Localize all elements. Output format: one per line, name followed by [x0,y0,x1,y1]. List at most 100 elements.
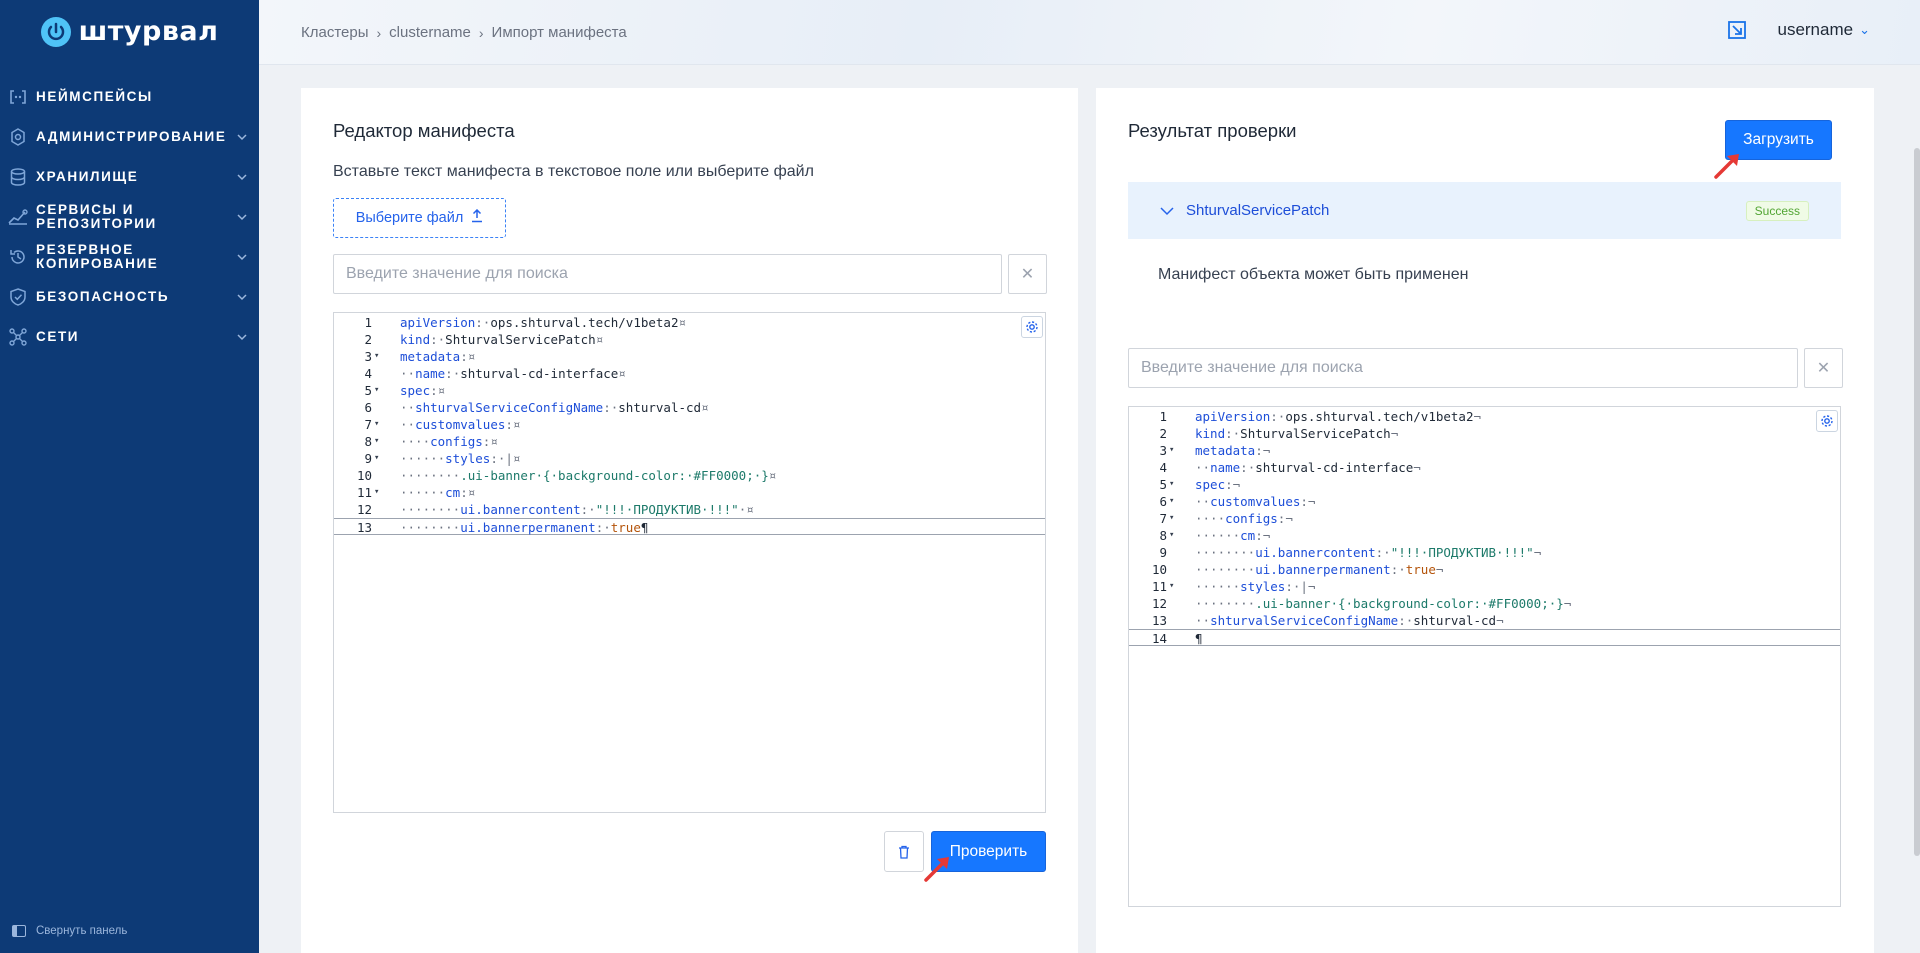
code-line: 13 ··shturvalServiceConfigName:·shturval-… [1129,612,1840,629]
editor-settings-button[interactable] [1021,316,1043,338]
line-number: 13 [356,520,372,535]
result-search-clear-button[interactable]: ✕ [1804,348,1843,388]
code-text: apiVersion:·ops.shturval.tech/v1beta2¬ [1195,409,1482,424]
code-line: 9 ········ui.bannercontent:·"!!!·ПРОДУКТИ… [1129,544,1840,561]
clear-editor-button[interactable] [884,831,924,872]
code-text: ··customvalues:¬ [1195,494,1316,509]
sidebar-item-1[interactable]: Администрирование [0,117,259,157]
admin-gear-icon [6,125,30,149]
fold-arrow-icon[interactable]: ▾ [372,450,388,467]
manifest-code-editor[interactable]: 1 apiVersion:·ops.shturval.tech/v1beta2¤ 2… [333,312,1046,813]
fold-arrow-icon[interactable]: ▾ [372,484,388,501]
code-line: 6 ··shturvalServiceConfigName:·shturval-c… [334,399,1045,416]
breadcrumb-item-cluster[interactable]: clustername [389,24,471,41]
viewer-settings-button[interactable] [1816,410,1838,432]
code-text: spec:¬ [1195,477,1241,492]
line-number: 3 [364,349,372,364]
sidebar-item-3[interactable]: Сервисы и репозитории [0,197,259,237]
breadcrumb-item-clusters[interactable]: Кластеры [301,24,369,41]
code-text: ··customvalues:¤ [400,417,521,432]
fold-arrow-icon[interactable]: ▾ [1167,578,1183,595]
code-text: ··name:·shturval-cd-interface¬ [1195,460,1421,475]
fold-arrow-icon[interactable]: ▾ [1167,493,1183,510]
code-text: ········ui.bannerpermanent:·true¶ [400,520,649,535]
code-line: 13 ········ui.bannerpermanent:·true¶ [334,518,1045,535]
sidebar-item-4[interactable]: Резервное копирование [0,237,259,277]
open-external-icon[interactable] [1727,20,1747,40]
chevron-down-icon [237,330,247,344]
chevron-down-icon: ⌄ [1859,22,1870,37]
trash-icon [899,845,909,859]
editor-description: Вставьте текст манифеста в текстовое пол… [333,163,814,180]
logo[interactable]: штурвал [0,0,259,63]
page-scrollbar[interactable] [1914,148,1920,856]
sidebar-item-6[interactable]: Сети [0,317,259,357]
code-line: 3 ▾ metadata:¬ [1129,442,1840,459]
chevron-down-icon [237,250,247,264]
code-line: 1 apiVersion:·ops.shturval.tech/v1beta2¤ [334,314,1045,331]
security-shield-icon [6,285,30,309]
code-text: ········.ui-banner·{·background-color:·#… [400,468,777,483]
sidebar-item-5[interactable]: Безопасность [0,277,259,317]
code-line: 8 ▾ ····configs:¤ [334,433,1045,450]
fold-arrow-icon[interactable]: ▾ [1167,476,1183,493]
choose-file-button[interactable]: Выберите файл [333,198,506,238]
code-lines: 1 apiVersion:·ops.shturval.tech/v1beta2¬ 2… [1129,407,1840,646]
code-text: ······styles:·|¤ [400,451,521,466]
code-line: 8 ▾ ······cm:¬ [1129,527,1840,544]
status-badge: Success [1745,200,1809,221]
storage-icon [6,165,30,189]
code-line: 10 ········ui.bannerpermanent:·true¬ [1129,561,1840,578]
breadcrumb-item-current: Импорт манифеста [491,24,627,41]
check-button[interactable]: Проверить [931,831,1046,872]
result-object-name: ShturvalServicePatch [1186,202,1330,219]
code-text: ··shturvalServiceConfigName:·shturval-cd… [400,400,709,415]
code-line: 6 ▾ ··customvalues:¬ [1129,493,1840,510]
code-line: 12 ········ui.bannercontent:·"!!!·ПРОДУКТ… [334,501,1045,518]
sidebar: штурвал Неймспейсы Администрирование Храни… [0,0,259,953]
fold-arrow-icon[interactable]: ▾ [1167,510,1183,527]
result-item[interactable]: ShturvalServicePatch Success [1128,182,1841,239]
chevron-down-icon [1160,203,1174,219]
close-icon: ✕ [1816,360,1831,377]
result-title: Результат проверки [1128,120,1297,141]
user-menu[interactable]: username ⌄ [1777,20,1870,40]
upload-button[interactable]: Загрузить [1725,120,1832,160]
code-text: ········ui.bannercontent:·"!!!·ПРОДУКТИВ… [1195,545,1542,560]
line-number: 11 [1151,579,1167,594]
fold-arrow-icon[interactable]: ▾ [372,416,388,433]
code-text: ····configs:¤ [400,434,498,449]
fold-arrow-icon[interactable]: ▾ [372,433,388,450]
fold-arrow-icon[interactable]: ▾ [1167,442,1183,459]
code-text: ··name:·shturval-cd-interface¤ [400,366,626,381]
network-icon [6,325,30,349]
sidebar-item-label: Сети [36,329,80,344]
code-text: kind:·ShturvalServicePatch¤ [400,332,604,347]
backup-icon [6,245,30,269]
logo-text: штурвал [78,16,219,47]
line-number: 12 [356,502,372,517]
code-line: 5 ▾ spec:¬ [1129,476,1840,493]
line-number: 4 [364,366,372,381]
line-number: 3 [1159,443,1167,458]
sidebar-item-0[interactable]: Неймспейсы [0,77,259,117]
fold-arrow-icon[interactable]: ▾ [372,382,388,399]
code-lines: 1 apiVersion:·ops.shturval.tech/v1beta2¤ 2… [334,313,1045,535]
manifest-editor-panel: Редактор манифеста Вставьте текст манифе… [301,88,1078,953]
sidebar-item-2[interactable]: Хранилище [0,157,259,197]
fold-arrow-icon[interactable]: ▾ [372,348,388,365]
editor-search-clear-button[interactable]: ✕ [1008,254,1047,294]
result-search-input[interactable] [1128,348,1798,388]
collapse-panel-button[interactable]: Свернуть панель [12,925,127,937]
code-text: ¶ [1195,631,1203,646]
result-code-viewer[interactable]: 1 apiVersion:·ops.shturval.tech/v1beta2¬ 2… [1128,406,1841,907]
editor-search-input[interactable] [333,254,1002,294]
code-line: 11 ▾ ······styles:·|¬ [1129,578,1840,595]
code-line: 7 ▾ ··customvalues:¤ [334,416,1045,433]
namespace-icon [6,85,30,109]
fold-arrow-icon[interactable]: ▾ [1167,527,1183,544]
